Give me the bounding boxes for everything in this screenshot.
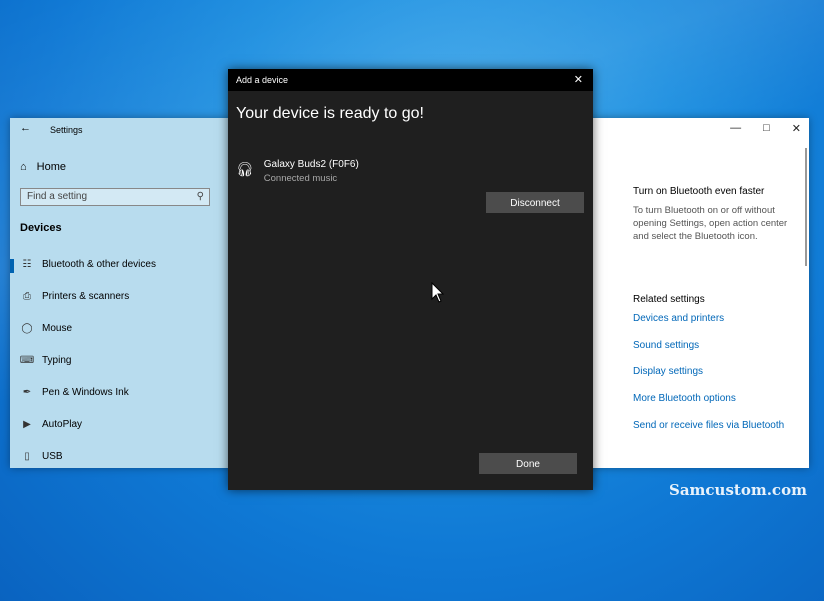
dialog-titlebar: Add a device ✕ — [228, 69, 593, 91]
headphones-icon: 🎧︎ — [236, 161, 254, 177]
pen-icon: ✒ — [22, 387, 32, 398]
settings-sidebar: ← Settings ⌂ Home Find a setting ⚲ Devic… — [10, 118, 228, 468]
tip-heading: Turn on Bluetooth even faster — [633, 186, 765, 197]
dialog-title: Add a device — [236, 75, 289, 85]
related-settings-heading: Related settings — [633, 294, 705, 305]
sidebar-item-label: Pen & Windows Ink — [42, 387, 129, 398]
link-sound-settings[interactable]: Sound settings — [633, 340, 699, 351]
sidebar-item-label: Mouse — [42, 323, 73, 334]
maximize-icon[interactable]: □ — [763, 122, 770, 135]
sidebar-item-pen[interactable]: ✒ Pen & Windows Ink — [10, 387, 228, 419]
close-icon[interactable]: ✕ — [792, 122, 801, 135]
close-icon[interactable]: ✕ — [574, 73, 583, 86]
home-icon: ⌂ — [20, 161, 27, 173]
autoplay-icon: ▶ — [23, 419, 31, 430]
tip-text: To turn Bluetooth on or off without open… — [633, 205, 788, 242]
mouse-pointer-icon — [431, 282, 445, 303]
search-icon[interactable]: ⚲ — [197, 191, 204, 202]
back-arrow-icon[interactable]: ← — [20, 122, 31, 134]
minimize-icon[interactable]: — — [730, 122, 741, 135]
keyboard-icon: ⌨ — [19, 355, 35, 366]
add-device-dialog: Add a device ✕ Your device is ready to g… — [228, 69, 593, 490]
sidebar-item-label: AutoPlay — [42, 419, 83, 430]
search-input[interactable]: Find a setting ⚲ — [20, 188, 210, 206]
search-placeholder: Find a setting — [27, 191, 88, 202]
sidebar-item-usb[interactable]: ▯ USB — [10, 451, 228, 483]
sidebar-item-label: Typing — [42, 355, 72, 366]
usb-icon: ▯ — [24, 451, 30, 462]
sidebar-item-bluetooth[interactable]: ☷ Bluetooth & other devices — [10, 259, 228, 291]
sidebar-item-mouse[interactable]: ◯ Mouse — [10, 323, 228, 355]
disconnect-button[interactable]: Disconnect — [486, 192, 584, 213]
link-devices-and-printers[interactable]: Devices and printers — [633, 313, 724, 324]
bluetooth-devices-icon: ☷ — [22, 259, 32, 270]
watermark: Samcustom.com — [669, 481, 807, 499]
sidebar-item-home[interactable]: ⌂ Home — [20, 161, 66, 173]
settings-title: Settings — [50, 125, 83, 135]
sidebar-item-label: USB — [42, 451, 63, 462]
device-status: Connected music — [263, 173, 338, 184]
link-display-settings[interactable]: Display settings — [633, 366, 703, 377]
printer-icon: ⎙ — [23, 291, 31, 302]
scrollbar[interactable] — [805, 148, 807, 266]
done-button[interactable]: Done — [479, 453, 577, 474]
mouse-icon: ◯ — [21, 323, 33, 334]
home-label: Home — [36, 161, 66, 173]
settings-titlebar: ← Settings — [10, 118, 228, 140]
sidebar-item-typing[interactable]: ⌨ Typing — [10, 355, 228, 387]
link-send-receive-files[interactable]: Send or receive files via Bluetooth — [633, 420, 784, 431]
device-name: Galaxy Buds2 (F0F6) — [263, 159, 359, 170]
settings-right-pane: — □ ✕ Turn on Bluetooth even faster To t… — [593, 118, 809, 468]
window-controls: — □ ✕ — [730, 122, 801, 135]
device-info: Galaxy Buds2 (F0F6) Connected music — [264, 159, 359, 184]
sidebar-item-printers[interactable]: ⎙ Printers & scanners — [10, 291, 228, 323]
sidebar-item-label: Bluetooth & other devices — [42, 259, 156, 270]
sidebar-nav: ☷ Bluetooth & other devices ⎙ Printers &… — [10, 259, 228, 483]
sidebar-item-label: Printers & scanners — [42, 291, 130, 302]
dialog-heading: Your device is ready to go! — [236, 105, 424, 122]
sidebar-item-autoplay[interactable]: ▶ AutoPlay — [10, 419, 228, 451]
device-item: 🎧︎ Galaxy Buds2 (F0F6) Connected music — [236, 159, 359, 184]
section-heading: Devices — [20, 222, 62, 234]
link-more-bluetooth-options[interactable]: More Bluetooth options — [633, 393, 736, 404]
